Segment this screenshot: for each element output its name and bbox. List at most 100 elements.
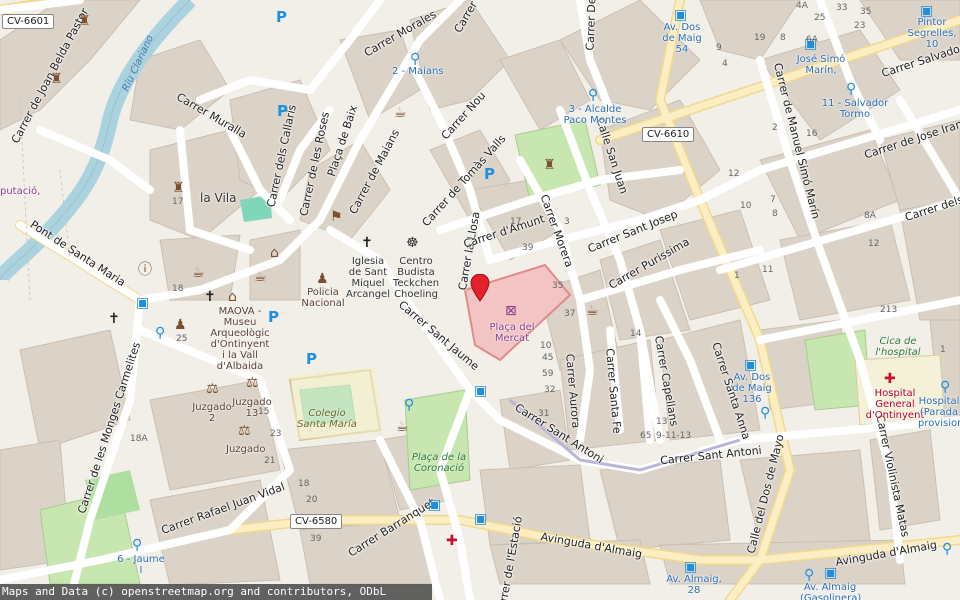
house-number: 6A — [806, 35, 818, 45]
house-number: 14 — [630, 329, 642, 339]
bus-stop-icon[interactable]: ▣ — [674, 8, 687, 22]
police-icon[interactable]: ♟ — [316, 272, 329, 286]
map-canvas[interactable]: Carrer de Joan Belda Pastor Carrer Mural… — [0, 0, 960, 600]
road-shield: CV-6601 — [2, 14, 55, 29]
bike-station-label: Av. Almaig, 28 — [666, 574, 722, 596]
house-number: 16 — [806, 129, 818, 139]
house-number: 19 — [754, 33, 766, 43]
bicycle-icon[interactable]: ⚲ — [588, 88, 598, 102]
townhall-icon[interactable]: ⌂ — [270, 246, 279, 260]
clinic-icon[interactable]: ✚ — [446, 534, 458, 548]
museum-label: MAOVA - Museu Arqueològic d'Ontinyent i … — [210, 306, 270, 372]
monument-icon[interactable]: ♜ — [50, 72, 63, 86]
parking-icon[interactable]: P — [306, 350, 317, 368]
house-number: 10 — [540, 341, 552, 351]
bicycle-icon[interactable]: ⚲ — [410, 52, 420, 66]
bicycle-icon[interactable]: ⚲ — [132, 538, 142, 552]
house-number: 9 — [716, 43, 722, 53]
house-number: 1 — [734, 271, 740, 281]
bus-stop-icon[interactable]: ▣ — [920, 4, 933, 18]
bike-station-label: 6 - Jaume I — [117, 554, 165, 576]
bicycle-icon[interactable]: ⚲ — [942, 542, 952, 556]
house-number: 45 — [542, 353, 554, 363]
cafe-icon[interactable]: ☕ — [254, 270, 267, 284]
church-icon[interactable]: ✝ — [204, 290, 216, 304]
buddhist-icon[interactable]: ☸ — [406, 236, 419, 250]
bus-stop-icon[interactable]: ▣ — [684, 560, 697, 574]
market-icon[interactable]: ⊠ — [505, 304, 517, 318]
house-number: 18 — [298, 479, 310, 489]
house-number: 37 — [564, 309, 576, 319]
bicycle-icon[interactable]: ⚲ — [804, 568, 814, 582]
parking-icon[interactable]: P — [484, 165, 495, 183]
bicycle-icon[interactable]: ⚲ — [846, 82, 856, 96]
church-icon[interactable]: ✝ — [361, 236, 373, 250]
house-number: 33 — [836, 3, 848, 13]
house-number: 12 — [728, 169, 740, 179]
court-icon[interactable]: ⚖ — [206, 382, 219, 396]
court-icon[interactable]: ⚖ — [246, 376, 259, 390]
bicycle-icon[interactable]: ⚲ — [940, 380, 950, 394]
house-number: 39 — [522, 243, 534, 253]
market-label: Plaça del Mercat — [489, 322, 535, 344]
bus-stop-icon[interactable]: ▣ — [474, 512, 487, 526]
viewpoint-icon[interactable]: ♜ — [172, 181, 185, 195]
map-attribution[interactable]: Maps and Data (c) openstreetmap.org and … — [0, 584, 432, 600]
cafe-icon[interactable]: ☕ — [396, 420, 409, 434]
court-label: Juzgado — [226, 444, 266, 455]
bike-station-label: José Simó Marín, — [796, 54, 846, 76]
parking-icon[interactable]: P — [276, 8, 287, 26]
bus-stop-icon[interactable]: ▣ — [744, 358, 757, 372]
house-number: 18A — [130, 434, 148, 444]
house-number: 21 — [264, 456, 276, 466]
house-number: 32 — [544, 385, 556, 395]
school-label: Colegio Santa María — [297, 408, 357, 430]
bicycle-icon[interactable]: ⚲ — [155, 326, 165, 340]
house-number: 39 — [310, 534, 322, 544]
square-label: Plaça de la Coronació — [411, 452, 467, 474]
place-label: putació, — [0, 186, 41, 197]
parking-icon[interactable]: P — [268, 308, 279, 326]
house-number: 13 — [656, 417, 668, 427]
house-number: 11 — [762, 265, 774, 275]
cafe-icon[interactable]: ☕ — [586, 304, 599, 318]
bicycle-icon[interactable]: ⚲ — [404, 398, 414, 412]
viewpoint-icon[interactable]: ♜ — [78, 14, 91, 28]
information-icon[interactable]: ⓘ — [138, 263, 152, 277]
bus-stop-icon[interactable]: ▣ — [136, 296, 149, 310]
police-label: Policia Nacional — [301, 287, 345, 309]
bicycle-icon[interactable]: ⚲ — [760, 406, 770, 420]
court-icon[interactable]: ⚖ — [238, 424, 251, 438]
bus-stop-icon[interactable]: ▣ — [824, 566, 837, 580]
house-number: 8A — [864, 211, 876, 221]
church-icon[interactable]: ✝ — [108, 312, 120, 326]
bus-stop-icon[interactable]: ▣ — [428, 498, 441, 512]
location-marker-icon[interactable] — [470, 274, 490, 302]
parking-icon[interactable]: P — [277, 102, 288, 120]
centre-label: Centro Budista Teckchen Choeling — [392, 256, 440, 300]
bike-station-label: Pintor Segrelles, 10 — [907, 17, 957, 50]
house-number: 9-11-13 — [656, 431, 692, 441]
house-number: 15 — [258, 407, 270, 417]
house-number: 3 — [564, 217, 570, 227]
house-number: 31 — [538, 409, 550, 419]
hospital-icon[interactable]: ✚ — [884, 372, 896, 386]
memorial-icon[interactable]: ♜ — [543, 158, 556, 172]
house-number: 35 — [552, 281, 564, 291]
street-label: Carrer De — [583, 0, 599, 51]
cafe-icon[interactable]: ☕ — [192, 266, 205, 280]
police-icon[interactable]: ♟ — [174, 318, 187, 332]
cafe-icon[interactable]: ☕ — [394, 106, 407, 120]
road-shield: CV-6610 — [642, 127, 695, 142]
house-number: 59 — [542, 369, 554, 379]
museum-icon[interactable]: ⌂ — [228, 290, 237, 304]
house-number: 8 — [780, 33, 786, 43]
house-number: 18 — [172, 284, 184, 294]
court-label: Juzgado 2 — [192, 402, 232, 424]
bus-stop-icon[interactable]: ▣ — [474, 384, 487, 398]
road-shield: CV-6580 — [290, 514, 343, 529]
bike-station-label: 3 - Alcalde Paco Montes — [563, 104, 627, 126]
district-label: la Vila — [200, 191, 237, 205]
shop-icon[interactable]: ⚑ — [330, 210, 343, 224]
house-number: 7 — [770, 195, 776, 205]
